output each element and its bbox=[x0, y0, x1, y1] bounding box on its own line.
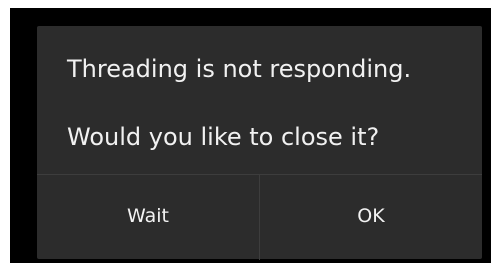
dialog-message-line-2: Would you like to close it? bbox=[67, 123, 380, 151]
wait-button[interactable]: Wait bbox=[37, 175, 259, 260]
dialog-button-bar: Wait OK bbox=[37, 174, 482, 260]
screen-background: Threading is not responding. Would you l… bbox=[10, 8, 491, 263]
app-not-responding-dialog: Threading is not responding. Would you l… bbox=[37, 26, 482, 260]
ok-button[interactable]: OK bbox=[259, 175, 482, 260]
dialog-message-line-1: Threading is not responding. bbox=[67, 55, 412, 83]
